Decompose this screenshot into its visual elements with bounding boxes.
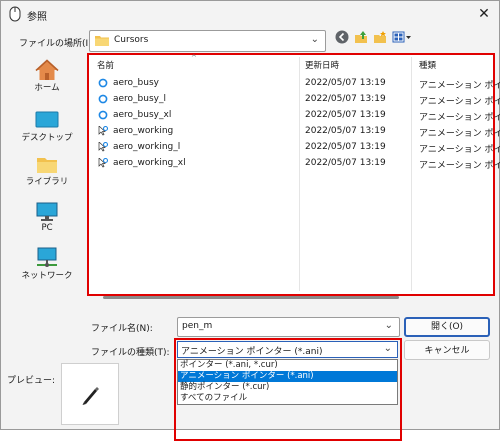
column-header-type[interactable]: 種類: [419, 59, 436, 71]
file-date: 2022/05/07 13:19: [305, 94, 386, 104]
place-network[interactable]: ネットワーク: [9, 245, 85, 285]
title-bar: 参照 ✕: [1, 1, 499, 27]
column-header-date[interactable]: 更新日時: [305, 59, 339, 71]
file-type: アニメーション ポイン...: [419, 81, 500, 91]
home-icon: [35, 59, 59, 80]
desktop-icon: [35, 111, 59, 128]
mouse-icon: [9, 6, 21, 22]
new-folder-icon: [374, 31, 386, 43]
file-name: aero_busy_l: [113, 94, 166, 104]
location-value: Cursors: [114, 35, 149, 45]
pc-icon: [36, 202, 58, 221]
file-name: aero_working: [113, 126, 174, 136]
list-item[interactable]: aero_working 2022/05/07 13:19 アニメーション ポイ…: [89, 124, 500, 139]
location-combo[interactable]: Cursors ⌄: [89, 30, 326, 52]
window-title: 参照: [27, 12, 47, 23]
location-label: ファイルの場所(I):: [19, 39, 95, 49]
place-home[interactable]: ホーム: [9, 57, 85, 97]
chevron-down-icon: ⌄: [310, 34, 319, 45]
pen-cursor-icon: [82, 387, 99, 405]
busy-cursor-icon: [98, 110, 108, 120]
filetype-option[interactable]: すべてのファイル: [178, 393, 397, 404]
preview-box: [61, 363, 119, 425]
new-folder-button[interactable]: [373, 30, 387, 47]
file-name: aero_working_xl: [113, 158, 186, 168]
file-type: アニメーション ポイン...: [419, 129, 500, 139]
file-date: 2022/05/07 13:19: [305, 158, 386, 168]
back-button[interactable]: [335, 30, 349, 47]
place-label: デスクトップ: [21, 133, 73, 143]
preview-label: プレビュー:: [7, 376, 56, 386]
working-cursor-icon: [98, 142, 108, 152]
back-arrow-icon: [335, 30, 349, 44]
chevron-down-icon: ⌄: [384, 320, 393, 331]
file-date: 2022/05/07 13:19: [305, 126, 386, 136]
place-desktop[interactable]: デスクトップ: [9, 107, 85, 147]
file-type: アニメーション ポイン...: [419, 97, 500, 107]
list-item[interactable]: aero_working_xl 2022/05/07 13:19 アニメーション…: [89, 156, 500, 171]
folder-icon: [95, 36, 109, 46]
working-cursor-icon: [98, 126, 108, 136]
filetype-option[interactable]: ポインター (*.ani, *.cur): [178, 360, 397, 371]
file-list[interactable]: ^ 名前 更新日時 種類 aero_busy 2022/05/07 13:19 …: [87, 53, 500, 296]
place-label: ネットワーク: [21, 271, 73, 281]
file-name: aero_busy: [113, 78, 159, 88]
file-date: 2022/05/07 13:19: [305, 110, 386, 120]
close-icon: ✕: [478, 6, 490, 22]
place-label: ホーム: [34, 83, 60, 93]
filetype-option-selected[interactable]: アニメーション ポインター (*.ani): [178, 371, 397, 382]
busy-cursor-icon: [98, 78, 108, 88]
filetype-label: ファイルの種類(T):: [91, 348, 170, 358]
file-type: アニメーション ポイン...: [419, 113, 500, 123]
place-label: ライブラリ: [25, 177, 69, 187]
filetype-selected: アニメーション ポインター (*.ani): [181, 347, 323, 357]
list-item[interactable]: aero_busy_xl 2022/05/07 13:19 アニメーション ポイ…: [89, 108, 500, 123]
busy-cursor-icon: [98, 94, 108, 104]
file-type: アニメーション ポイン...: [419, 161, 500, 171]
column-header-name[interactable]: 名前: [97, 59, 114, 71]
horizontal-scrollbar[interactable]: [103, 296, 399, 299]
place-pc[interactable]: PC: [9, 199, 85, 239]
file-type: アニメーション ポイン...: [419, 145, 500, 155]
open-button[interactable]: 開く(O): [404, 317, 490, 337]
filename-label: ファイル名(N):: [91, 324, 153, 334]
file-date: 2022/05/07 13:19: [305, 142, 386, 152]
place-label: PC: [41, 223, 53, 233]
file-name: aero_busy_xl: [113, 110, 172, 120]
open-dialog: 参照 ✕ ファイルの場所(I): Cursors ⌄ ホーム デスクトップ ライ…: [0, 0, 500, 441]
network-icon: [37, 247, 57, 267]
filename-field[interactable]: pen_m ⌄: [177, 317, 400, 337]
cancel-button[interactable]: キャンセル: [404, 340, 490, 360]
filetype-option[interactable]: 静的ポインター (*.cur): [178, 382, 397, 393]
list-item[interactable]: aero_busy_l 2022/05/07 13:19 アニメーション ポイン…: [89, 92, 500, 107]
sort-ascending-icon: ^: [191, 54, 197, 62]
close-button[interactable]: ✕: [469, 1, 499, 27]
filetype-dropdown-list: ポインター (*.ani, *.cur) アニメーション ポインター (*.an…: [177, 359, 398, 405]
places-bar: ホーム デスクトップ ライブラリ PC ネットワーク: [9, 53, 85, 293]
filename-value: pen_m: [182, 321, 213, 331]
file-name: aero_working_l: [113, 142, 181, 152]
view-grid-icon: [392, 31, 411, 43]
list-item[interactable]: aero_busy 2022/05/07 13:19 アニメーション ポイン..…: [89, 76, 500, 91]
up-folder-icon: [355, 31, 367, 43]
file-date: 2022/05/07 13:19: [305, 78, 386, 88]
view-menu-button[interactable]: [392, 30, 412, 47]
up-folder-button[interactable]: [354, 30, 368, 47]
working-cursor-icon: [98, 158, 108, 168]
filetype-select[interactable]: アニメーション ポインター (*.ani) ⌄: [177, 341, 398, 358]
list-item[interactable]: aero_working_l 2022/05/07 13:19 アニメーション …: [89, 140, 500, 155]
library-icon: [37, 158, 57, 173]
chevron-down-icon: ⌄: [383, 343, 392, 354]
place-library[interactable]: ライブラリ: [9, 151, 85, 191]
